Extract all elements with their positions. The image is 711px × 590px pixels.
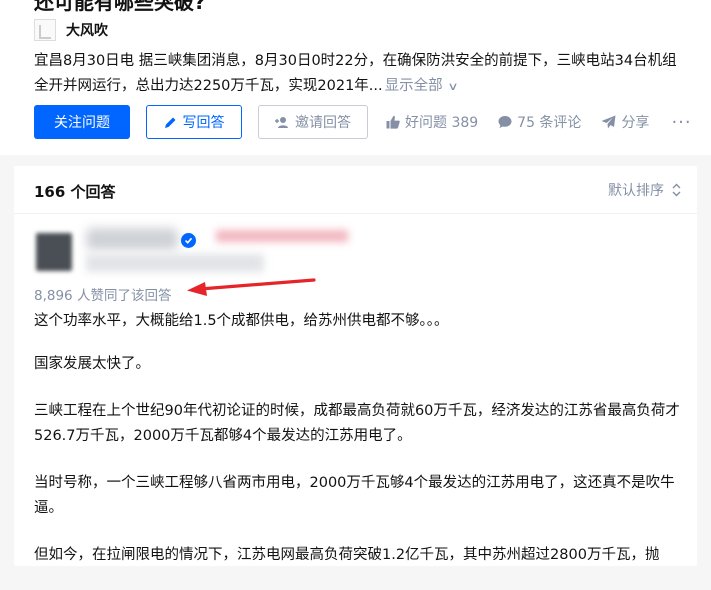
pencil-icon <box>164 116 177 129</box>
chevron-down-icon[interactable]: ∨ <box>447 74 458 99</box>
follow-question-button[interactable]: 关注问题 <box>34 105 130 139</box>
author-name[interactable]: 大风吹 <box>66 20 108 40</box>
answer-paragraph: 当时号称，一个三峡工程够八省两市用电，2000万千瓦够4个最发达的江苏用电了，这… <box>34 475 675 516</box>
invite-answer-label: 邀请回答 <box>295 115 351 131</box>
description-line-1: 宜昌8月30日电 据三峡集团消息，8月30日0时22分，在确保防洪安全的前提下，… <box>34 53 677 69</box>
upvote-count-note: 8,896 人赞同了该回答 <box>34 288 172 304</box>
more-options-icon[interactable]: ··· <box>671 112 691 133</box>
question-description: 宜昌8月30日电 据三峡集团消息，8月30日0时22分，在确保防洪安全的前提下，… <box>34 49 694 99</box>
answers-header: 166 个回答 默认排序 <box>14 166 697 214</box>
comments-button[interactable]: 75 条评论 <box>498 112 581 132</box>
sort-arrows-icon <box>672 183 681 197</box>
answer-content: 这个功率水平，大概能给1.5个成都供电，给苏州供电都不够。。。 国家发展太快了。… <box>34 309 694 590</box>
sort-label: 默认排序 <box>608 183 664 199</box>
answers-list: 166 个回答 默认排序 8,896 人赞同了该回答 这个功率水平，大概能给1.… <box>14 166 697 566</box>
question-actions: 关注问题 写回答 邀请回答 好问题 389 75 条评论 分享 ··· <box>34 105 692 139</box>
question-author[interactable]: 大风吹 <box>34 17 108 43</box>
invite-answer-button[interactable]: 邀请回答 <box>258 105 368 139</box>
good-question-label: 好问题 389 <box>405 115 479 131</box>
verified-badge-icon <box>181 233 196 248</box>
answer-paragraph: 这个功率水平，大概能给1.5个成都供电，给苏州供电都不够。。。 <box>34 313 449 329</box>
question-title[interactable]: 还可能有哪些突破? <box>34 0 206 15</box>
thumbs-up-icon <box>386 115 400 129</box>
add-user-icon <box>275 116 289 129</box>
answer-author-avatar[interactable] <box>36 233 72 271</box>
write-answer-label: 写回答 <box>182 115 225 131</box>
share-label: 分享 <box>621 115 650 131</box>
answers-count: 166 个回答 <box>34 183 116 201</box>
answer-paragraph: 三峡工程在上个世纪90年代初论证的时候，成都最高负荷就60万千瓦，经济发达的江苏… <box>34 403 680 444</box>
share-button[interactable]: 分享 <box>601 112 649 132</box>
answer-author-bio-blurred <box>86 254 264 272</box>
comments-label: 75 条评论 <box>517 115 582 131</box>
answer-paragraph: 国家发展太快了。 <box>34 356 150 372</box>
red-arrow-annotation <box>187 278 316 296</box>
question-header: 还可能有哪些突破? 大风吹 宜昌8月30日电 据三峡集团消息，8月30日0时22… <box>0 0 711 155</box>
good-question-button[interactable]: 好问题 389 <box>386 112 478 132</box>
comment-icon <box>498 115 512 129</box>
author-avatar-icon[interactable] <box>34 19 56 41</box>
answer-author-name-blurred[interactable] <box>86 228 178 250</box>
description-line-2: 全开并网运行，总出力达2250万千瓦，实现2021年... 显示全部 ∨ <box>34 74 694 99</box>
sort-dropdown[interactable]: 默认排序 <box>608 180 681 200</box>
show-all-link[interactable]: 显示全部 <box>385 78 443 94</box>
answer-author-tag-blurred <box>216 230 348 242</box>
description-line-2-text: 全开并网运行，总出力达2250万千瓦，实现2021年... <box>34 78 383 94</box>
write-answer-button[interactable]: 写回答 <box>146 105 242 139</box>
paper-plane-icon <box>601 115 616 129</box>
